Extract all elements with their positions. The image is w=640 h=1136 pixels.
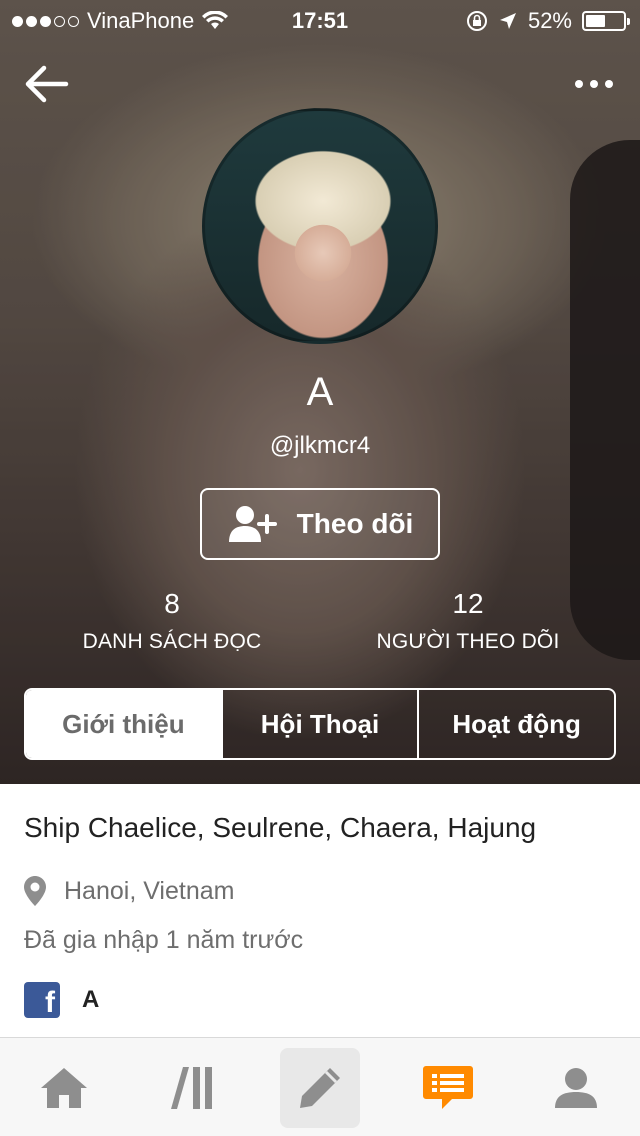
battery-percent: 52%	[527, 8, 572, 33]
write-button[interactable]	[280, 1048, 360, 1128]
more-options-button[interactable]	[572, 72, 616, 96]
home-icon	[41, 1068, 87, 1108]
more-dot	[590, 80, 598, 88]
messages-button[interactable]	[408, 1048, 488, 1128]
library-button[interactable]	[152, 1048, 232, 1128]
followers-label: NGƯỜI THEO DÕI	[376, 630, 560, 653]
location-pin-icon	[24, 876, 46, 906]
joined-text: Đã gia nhập 1 năm trước	[24, 926, 304, 954]
followers-stat[interactable]: 12 NGƯỜI THEO DÕI	[338, 588, 598, 654]
battery-level-fill	[586, 15, 605, 27]
back-button[interactable]	[22, 62, 70, 106]
more-dot	[605, 80, 613, 88]
facebook-link[interactable]: f A	[24, 982, 99, 1018]
tab-about[interactable]: Giới thiệu	[26, 690, 221, 758]
battery-icon	[582, 11, 630, 31]
profile-button[interactable]	[536, 1048, 616, 1128]
location-arrow-icon	[499, 13, 516, 29]
location-text: Hanoi, Vietnam	[64, 876, 235, 905]
add-user-icon	[228, 506, 277, 542]
status-bar: VinaPhone 17:51 52%	[0, 0, 640, 40]
reading-lists-stat[interactable]: 8 DANH SÁCH ĐỌC	[42, 588, 302, 654]
follow-label: Theo dõi	[296, 508, 414, 539]
back-arrow-icon	[25, 65, 69, 103]
tab-conversations[interactable]: Hội Thoại	[220, 690, 418, 758]
profile-username: @jlkmcr4	[269, 432, 371, 459]
avatar[interactable]	[202, 108, 438, 344]
profile-name: A	[306, 370, 334, 414]
about-section: Ship Chaelice, Seulrene, Chaera, Hajung …	[0, 784, 640, 1038]
bottom-tab-bar	[0, 1037, 640, 1136]
rotation-lock-icon	[466, 11, 487, 31]
bio-text: Ship Chaelice, Seulrene, Chaera, Hajung	[24, 812, 537, 843]
facebook-name: A	[82, 986, 100, 1013]
profile-icon	[555, 1068, 597, 1108]
reading-lists-count: 8	[164, 588, 180, 619]
profile-header: VinaPhone 17:51 52% A @jlkmcr4 Theo dõi …	[0, 0, 640, 784]
library-icon	[171, 1067, 212, 1109]
followers-count: 12	[452, 588, 484, 619]
status-right: 52%	[466, 8, 630, 34]
messages-icon	[423, 1066, 473, 1109]
more-dot	[575, 80, 583, 88]
home-button[interactable]	[24, 1048, 104, 1128]
profile-tabs: Giới thiệu Hội Thoại Hoạt động	[24, 688, 616, 760]
tab-activity[interactable]: Hoạt động	[417, 690, 614, 758]
location-row: Hanoi, Vietnam	[24, 876, 234, 906]
reading-lists-label: DANH SÁCH ĐỌC	[82, 630, 262, 653]
pencil-icon	[300, 1068, 340, 1108]
facebook-icon: f	[24, 982, 60, 1018]
follow-button[interactable]: Theo dõi	[200, 488, 440, 560]
